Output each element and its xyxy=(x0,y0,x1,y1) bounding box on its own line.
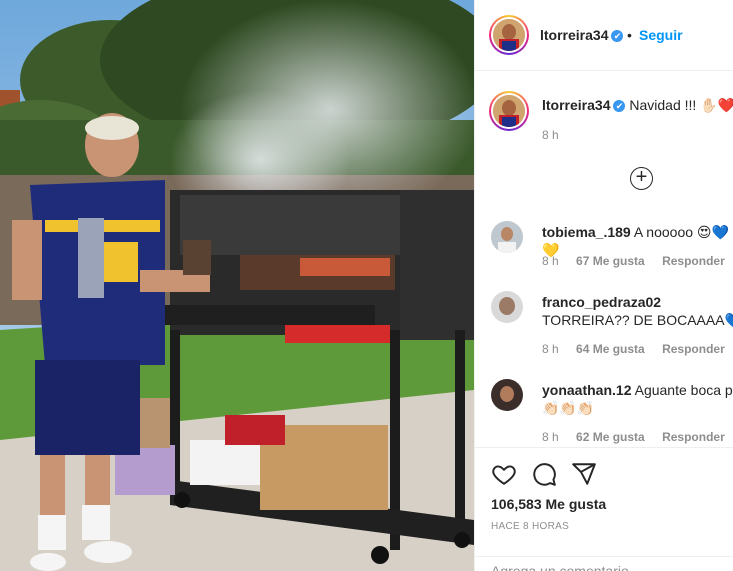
comment-username[interactable]: franco_pedraza02 xyxy=(542,294,661,310)
bbq-photo-illustration xyxy=(0,0,474,571)
comment-likes[interactable]: 62 Me gusta xyxy=(576,430,645,444)
verified-icon: ✔ xyxy=(611,30,624,42)
follow-button[interactable]: Seguir xyxy=(639,27,683,43)
comment-time[interactable]: 8 h xyxy=(542,430,559,444)
comment-avatar-image xyxy=(491,379,523,411)
caption-text: Navidad !!! ✋🏻❤️ xyxy=(629,97,733,113)
posted-time[interactable]: HACE 8 HORAS xyxy=(491,521,569,532)
post-photo[interactable] xyxy=(0,0,474,571)
comment-avatar[interactable] xyxy=(491,221,523,253)
reply-button[interactable]: Responder xyxy=(662,430,725,444)
comment-item: franco_pedraza02 TORREIRA?? DE BOCAAAA💙 … xyxy=(491,291,733,361)
comment-text: yonaathan.12 Aguante boca pa 👏🏻👏🏻👏🏻 xyxy=(542,381,733,417)
comment-username[interactable]: yonaathan.12 xyxy=(542,382,631,398)
post-side-panel: ltorreira34 ✔ • Seguir ltorreira34 ✔ Navid… xyxy=(474,0,733,571)
comment-avatar-image xyxy=(491,291,523,323)
author-username[interactable]: ltorreira34 ✔ xyxy=(540,27,624,43)
share-icon[interactable] xyxy=(571,461,597,487)
comment-time[interactable]: 8 h xyxy=(542,254,559,268)
comment-text: franco_pedraza02 TORREIRA?? DE BOCAAAA💙 xyxy=(542,293,733,329)
caption-verified-icon: ✔ xyxy=(613,100,626,112)
author-avatar[interactable] xyxy=(489,15,529,55)
comment-time[interactable]: 8 h xyxy=(542,342,559,356)
separator-dot: • xyxy=(627,27,632,43)
post-caption: ltorreira34 ✔ Navidad !!! ✋🏻❤️ xyxy=(542,97,733,114)
comment-likes[interactable]: 67 Me gusta xyxy=(576,254,645,268)
comment-body: TORREIRA?? DE BOCAAAA💙 xyxy=(542,312,733,328)
plus-circle-icon[interactable]: + xyxy=(630,167,653,190)
likes-count[interactable]: 106,583 Me gusta xyxy=(491,496,606,512)
caption-username[interactable]: ltorreira34 xyxy=(542,97,610,113)
comment-item: tobiema_.189 A nooooo 😍💙💛 8 h 67 Me gust… xyxy=(491,221,733,281)
post-actions: 106,583 Me gusta HACE 8 HORAS xyxy=(475,447,733,571)
comment-avatar-image xyxy=(491,221,523,253)
comment-meta: 8 h 67 Me gusta Responder xyxy=(542,254,733,268)
comment-avatar[interactable] xyxy=(491,379,523,411)
post-header: ltorreira34 ✔ • Seguir xyxy=(475,0,733,71)
reply-button[interactable]: Responder xyxy=(662,254,725,268)
comment-input[interactable] xyxy=(491,563,721,571)
comment-username[interactable]: tobiema_.189 xyxy=(542,224,631,240)
comment-icon[interactable] xyxy=(531,461,557,487)
comment-likes[interactable]: 64 Me gusta xyxy=(576,342,645,356)
comment-avatar[interactable] xyxy=(491,291,523,323)
caption-time[interactable]: 8 h xyxy=(542,128,559,142)
add-comment-bar xyxy=(475,556,733,571)
comment-meta: 8 h 62 Me gusta Responder xyxy=(542,430,733,444)
caption-author-avatar[interactable] xyxy=(489,91,529,131)
reply-button[interactable]: Responder xyxy=(662,342,725,356)
author-avatar-image xyxy=(493,19,525,51)
caption-author-avatar-image xyxy=(493,95,525,127)
comment-meta: 8 h 64 Me gusta Responder xyxy=(542,342,733,356)
heart-icon[interactable] xyxy=(491,461,517,487)
comment-item: yonaathan.12 Aguante boca pa 👏🏻👏🏻👏🏻 8 h … xyxy=(491,379,733,444)
